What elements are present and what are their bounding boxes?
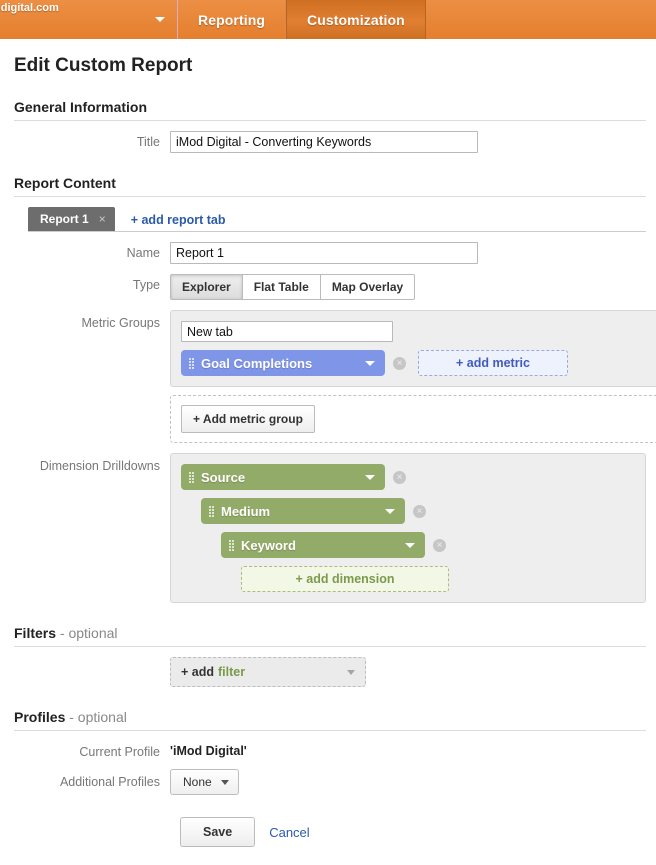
chevron-down-icon[interactable] xyxy=(385,508,395,514)
metric-row: Goal Completions × + add metric xyxy=(181,350,655,376)
metric-pill-goal-completions[interactable]: Goal Completions xyxy=(181,350,385,376)
nav-tab-customization[interactable]: Customization xyxy=(286,0,426,39)
add-dimension-button[interactable]: + add dimension xyxy=(241,566,449,592)
remove-dimension-icon[interactable]: × xyxy=(413,504,426,518)
report-type-label: Type xyxy=(132,278,160,292)
filters-row: + add filter xyxy=(10,657,646,687)
chevron-down-icon[interactable] xyxy=(365,360,375,366)
report-name-input[interactable] xyxy=(170,242,478,264)
add-metric-group-panel: + Add metric group xyxy=(170,395,656,443)
metric-group-name-input[interactable] xyxy=(181,321,393,342)
cancel-link[interactable]: Cancel xyxy=(269,825,309,840)
additional-profiles-value: None xyxy=(183,775,212,789)
type-option-flat-table[interactable]: Flat Table xyxy=(242,274,321,300)
drag-handle-icon[interactable] xyxy=(209,505,214,517)
additional-profiles-select[interactable]: None xyxy=(170,769,239,795)
add-metric-group-button[interactable]: + Add metric group xyxy=(181,405,315,433)
remove-dimension-icon[interactable]: × xyxy=(393,470,406,484)
dimension-drilldowns-panel: Source × Medium × Keyword × + add dimens… xyxy=(170,453,646,603)
section-general-information-label: General Information xyxy=(14,99,148,115)
add-filter-button[interactable]: + add filter xyxy=(170,657,366,687)
section-profiles: Profiles - optional xyxy=(14,709,646,731)
account-name: ddigital.com xyxy=(0,2,59,14)
account-selector[interactable]: ddigital.com xyxy=(0,0,178,39)
section-report-content-label: Report Content xyxy=(14,175,116,191)
report-tab-strip: Report 1 × + add report tab xyxy=(28,207,646,232)
report-type-segmented-control: Explorer Flat Table Map Overlay xyxy=(170,274,416,300)
global-header: ddigital.com Reporting Customization xyxy=(0,0,656,39)
metric-pill-label: Goal Completions xyxy=(201,355,313,371)
additional-profiles-row: Additional Profiles None xyxy=(10,769,646,795)
section-filters-optional: - optional xyxy=(56,625,118,641)
header-filler xyxy=(426,0,656,39)
type-option-map-overlay[interactable]: Map Overlay xyxy=(320,274,416,300)
chevron-down-icon[interactable] xyxy=(220,779,229,785)
dimension-pill-medium[interactable]: Medium xyxy=(201,498,405,524)
current-profile-value: 'iMod Digital' xyxy=(170,744,247,758)
page-title: Edit Custom Report xyxy=(14,55,193,76)
metric-groups-row: Metric Groups Goal Completions × + add m… xyxy=(10,310,656,443)
chevron-down-icon[interactable] xyxy=(405,542,415,548)
report-name-row: Name xyxy=(10,242,646,264)
add-filter-prefix: + add xyxy=(181,665,214,679)
section-filters: Filters - optional xyxy=(14,625,646,647)
title-label: Title xyxy=(136,135,160,149)
chevron-down-icon[interactable] xyxy=(347,669,355,675)
report-title-input[interactable] xyxy=(170,131,478,153)
report-tab-report-1[interactable]: Report 1 × xyxy=(28,207,115,231)
report-tab-label: Report 1 xyxy=(40,212,89,226)
section-profiles-label: Profiles xyxy=(14,709,66,725)
metric-groups-label: Metric Groups xyxy=(81,316,161,330)
current-profile-row: Current Profile 'iMod Digital' xyxy=(10,741,646,759)
title-row: Title xyxy=(10,131,646,153)
dimension-pill-label: Medium xyxy=(221,503,271,519)
dimension-pill-keyword[interactable]: Keyword xyxy=(221,532,425,558)
section-filters-label: Filters xyxy=(14,625,57,641)
metric-groups-area: Goal Completions × + add metric + Add me… xyxy=(170,310,656,443)
close-icon[interactable]: × xyxy=(99,212,106,226)
dimension-pill-label: Source xyxy=(201,469,246,485)
type-option-explorer[interactable]: Explorer xyxy=(170,274,243,300)
add-dimension-row: + add dimension xyxy=(241,566,635,592)
dimension-row-medium: Medium × xyxy=(201,498,635,524)
current-profile-label: Current Profile xyxy=(79,745,160,759)
save-button[interactable]: Save xyxy=(180,817,256,847)
remove-dimension-icon[interactable]: × xyxy=(433,538,446,552)
add-report-tab-button[interactable]: + add report tab xyxy=(131,213,226,231)
section-report-content: Report Content xyxy=(14,175,646,197)
drag-handle-icon[interactable] xyxy=(189,471,194,483)
dimension-pill-source[interactable]: Source xyxy=(181,464,385,490)
add-metric-button[interactable]: + add metric xyxy=(418,350,568,376)
dimension-row-keyword: Keyword × xyxy=(221,532,635,558)
metric-group-panel: Goal Completions × + add metric xyxy=(170,310,656,387)
drag-handle-icon[interactable] xyxy=(229,539,234,551)
remove-metric-icon[interactable]: × xyxy=(393,356,406,370)
form-actions: Save Cancel xyxy=(180,817,646,847)
report-type-row: Type Explorer Flat Table Map Overlay xyxy=(10,274,646,300)
section-profiles-optional: - optional xyxy=(65,709,127,725)
nav-tab-reporting[interactable]: Reporting xyxy=(178,0,287,39)
additional-profiles-label: Additional Profiles xyxy=(59,775,160,789)
chevron-down-icon[interactable] xyxy=(155,17,165,22)
page-body: Edit Custom Report General Information T… xyxy=(0,55,656,847)
chevron-down-icon[interactable] xyxy=(365,474,375,480)
dimension-pill-label: Keyword xyxy=(241,537,296,553)
dimension-drilldowns-label: Dimension Drilldowns xyxy=(39,459,160,473)
dimension-drilldowns-row: Dimension Drilldowns Source × Medium × K… xyxy=(10,453,646,603)
filters-spacer xyxy=(10,657,170,661)
dimension-row-source: Source × xyxy=(181,464,635,490)
drag-handle-icon[interactable] xyxy=(189,357,194,369)
section-general-information: General Information xyxy=(14,99,646,121)
add-filter-word: filter xyxy=(218,665,246,679)
report-name-label: Name xyxy=(126,246,160,260)
